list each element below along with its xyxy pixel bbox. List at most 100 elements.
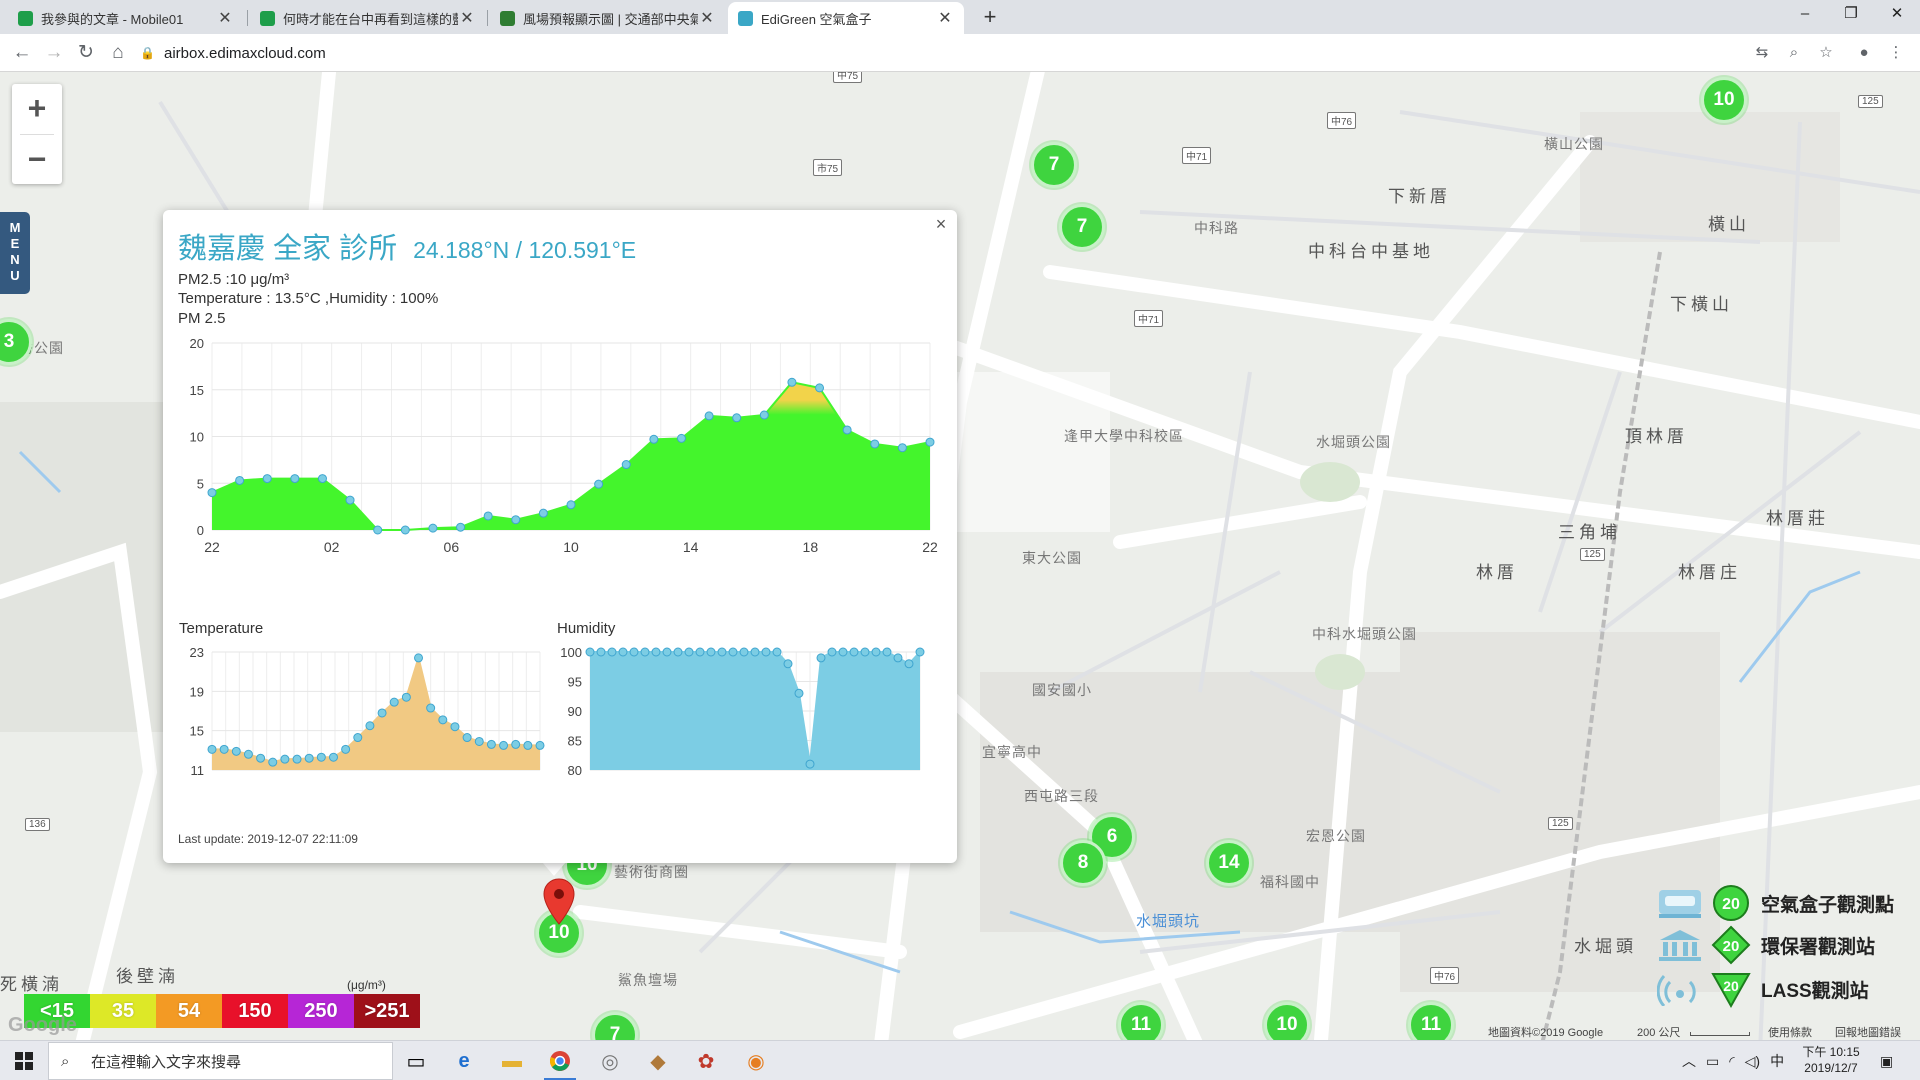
airbox-marker[interactable]: 8: [1060, 840, 1106, 886]
tab-edigreen[interactable]: EdiGreen 空氣盒子 ✕: [728, 2, 964, 34]
menu-button[interactable]: MENU: [0, 212, 30, 294]
map-label: 下新厝: [1388, 187, 1451, 206]
airbox-marker[interactable]: 11: [1118, 1002, 1164, 1040]
selected-location-pin-icon[interactable]: [542, 878, 576, 926]
airbox-marker[interactable]: 14: [1206, 840, 1252, 886]
menu-dots-icon[interactable]: ⋮: [1884, 41, 1908, 65]
app-cat-icon[interactable]: ◆: [638, 1045, 678, 1077]
profile-icon[interactable]: ●: [1852, 41, 1876, 65]
map-label: 鯊魚壇場: [618, 972, 678, 988]
temperature-chart[interactable]: 11 15 19 23: [168, 642, 548, 792]
map-label: 中科水堀頭公園: [1312, 626, 1417, 642]
legend-airbox[interactable]: 20 空氣盒子觀測點: [1655, 882, 1920, 924]
y-tick-label: 23: [190, 645, 204, 660]
tab-close-icon[interactable]: ✕: [216, 8, 234, 28]
forward-icon[interactable]: →: [40, 40, 68, 66]
data-point: [732, 413, 742, 423]
y-tick-label: 0: [197, 523, 204, 538]
address-bar[interactable]: 🔒 airbox.edimaxcloud.com: [140, 39, 1740, 67]
data-point: [428, 523, 438, 533]
road-shield: 125: [1548, 817, 1573, 830]
app-network-icon[interactable]: ✿: [686, 1045, 726, 1077]
data-point: [304, 753, 314, 763]
data-point: [640, 647, 650, 657]
ime-indicator[interactable]: 中: [1770, 1051, 1784, 1071]
data-point: [231, 746, 241, 756]
airbox-marker[interactable]: 11: [1408, 1002, 1454, 1040]
clock-time: 下午 10:15: [1802, 1045, 1860, 1059]
map-data-credit[interactable]: 地圖資料©2019 Google: [1488, 1024, 1603, 1040]
start-button[interactable]: [0, 1041, 48, 1080]
data-point: [662, 647, 672, 657]
edge-browser-icon[interactable]: e: [444, 1045, 484, 1077]
back-icon[interactable]: ←: [8, 40, 36, 66]
app-blender-icon[interactable]: ◉: [736, 1045, 776, 1077]
chrome-icon[interactable]: [540, 1045, 580, 1080]
y-tick-label: 90: [568, 704, 582, 719]
airbox-marker[interactable]: 7: [1031, 142, 1077, 188]
tab-close-icon[interactable]: ✕: [698, 8, 716, 28]
new-tab-button[interactable]: +: [976, 4, 1004, 32]
airbox-marker[interactable]: 10: [1264, 1002, 1310, 1040]
edigreen-favicon-icon: [738, 10, 753, 26]
popup-close-button[interactable]: ×: [931, 214, 951, 234]
tab-separator: [487, 10, 488, 26]
taskbar-search[interactable]: ⌕ 在這裡輸入文字來搜尋: [48, 1042, 393, 1080]
y-tick-label: 100: [560, 645, 582, 660]
legend-lass[interactable]: 20 LASS觀測站: [1655, 968, 1920, 1010]
zoom-out-button[interactable]: −: [12, 135, 62, 185]
tab-mobile01[interactable]: 我參與的文章 - Mobile01 ✕: [8, 2, 244, 34]
y-tick-label: 19: [190, 684, 204, 699]
airbox-marker[interactable]: 7: [1059, 204, 1105, 250]
scale-cell: >251: [354, 994, 420, 1028]
humidity-chart[interactable]: 80 85 90 95 100: [548, 642, 948, 792]
data-point: [706, 647, 716, 657]
close-window-button[interactable]: ✕: [1874, 0, 1920, 30]
home-icon[interactable]: ⌂: [104, 40, 132, 66]
file-explorer-icon[interactable]: ▬: [492, 1045, 532, 1077]
data-point: [316, 752, 326, 762]
pm25-chart[interactable]: 0 5 10 15 20 22 02 06 10 14 18 22: [168, 325, 948, 565]
map-scale-text[interactable]: 200 公尺: [1637, 1024, 1680, 1040]
data-point: [794, 688, 804, 698]
map-label: 中科台中基地: [1308, 242, 1434, 261]
airbox-badge-icon: 20: [1711, 883, 1751, 923]
reload-icon[interactable]: ↻: [72, 40, 100, 66]
data-point: [805, 759, 815, 769]
epa-badge-icon: 20: [1711, 925, 1751, 965]
data-point: [750, 647, 760, 657]
y-tick-label: 85: [568, 734, 582, 749]
zoom-in-button[interactable]: +: [12, 84, 62, 134]
app-clock-icon[interactable]: ◎: [590, 1045, 630, 1077]
data-point: [268, 757, 278, 767]
legend-epa[interactable]: 20 環保署觀測站: [1655, 924, 1920, 966]
zoom-control: + −: [12, 84, 62, 184]
maximize-button[interactable]: ❐: [1828, 0, 1874, 30]
y-tick-label: 80: [568, 763, 582, 778]
x-tick-label: 10: [563, 539, 579, 555]
tray-expand-icon[interactable]: ︿: [1682, 1051, 1696, 1071]
task-view-icon[interactable]: ▭: [396, 1045, 436, 1077]
zoom-icon[interactable]: ⌕: [1782, 41, 1806, 65]
tab-title: 我參與的文章 - Mobile01: [41, 11, 184, 27]
search-icon: ⌕: [61, 1052, 70, 1070]
airbox-marker[interactable]: 10: [1701, 77, 1747, 123]
volume-icon[interactable]: ◁): [1745, 1053, 1760, 1070]
tab-blue-sky[interactable]: 何時才能在台中再看到這樣的藍天 ✕: [250, 2, 486, 34]
bookmark-star-icon[interactable]: ☆: [1814, 41, 1838, 65]
tab-close-icon[interactable]: ✕: [936, 8, 954, 28]
taskbar-clock[interactable]: 下午 10:15 2019/12/7: [1796, 1044, 1866, 1076]
google-logo[interactable]: Google: [8, 1014, 77, 1037]
data-point: [838, 647, 848, 657]
data-point: [871, 647, 881, 657]
terms-link[interactable]: 使用條款: [1768, 1024, 1812, 1040]
translate-icon[interactable]: ⇆: [1750, 41, 1774, 65]
minimize-button[interactable]: –: [1782, 0, 1828, 30]
data-point: [787, 377, 797, 387]
network-icon[interactable]: ◜: [1729, 1053, 1734, 1070]
tab-close-icon[interactable]: ✕: [458, 8, 476, 28]
report-link[interactable]: 回報地圖錯誤: [1835, 1024, 1901, 1040]
battery-icon[interactable]: ▭: [1706, 1053, 1719, 1070]
tab-wind-forecast[interactable]: 風場預報顯示圖 | 交通部中央氣象局 ✕: [490, 2, 726, 34]
notification-icon[interactable]: ▣: [1880, 1041, 1893, 1080]
